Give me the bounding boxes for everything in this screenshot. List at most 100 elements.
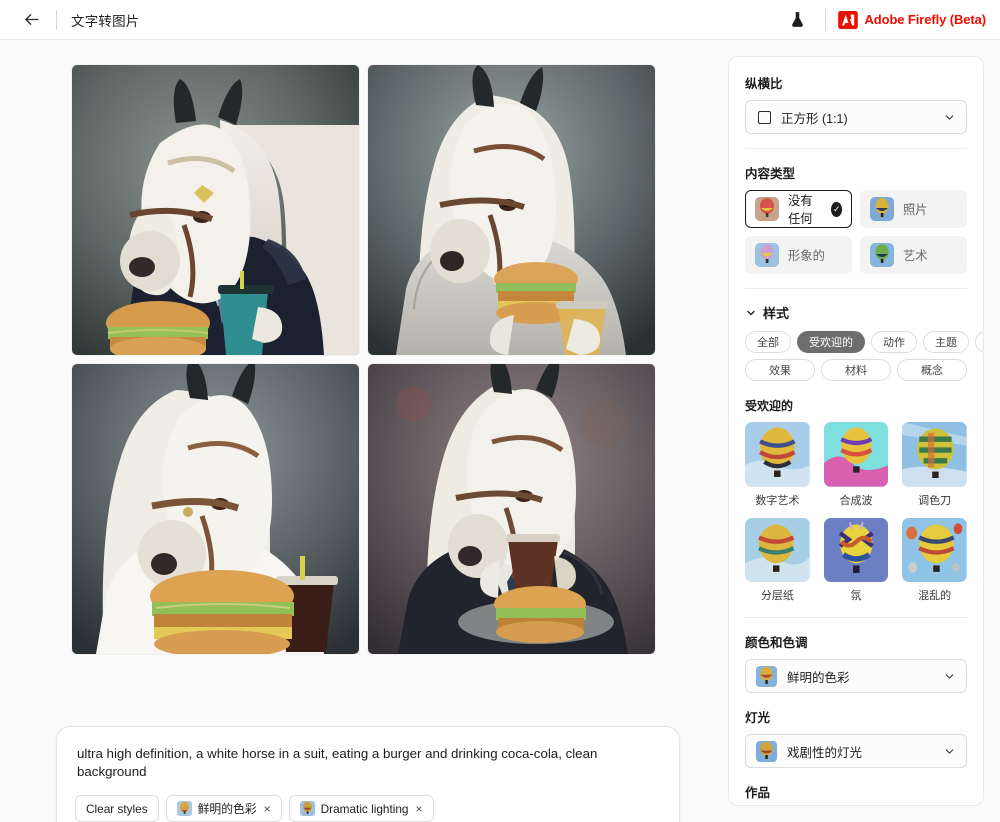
section-divider-3 — [745, 617, 967, 619]
generated-image-4 — [368, 364, 655, 654]
lighting-label: 灯光 — [745, 711, 771, 726]
square-icon — [758, 110, 771, 124]
beaker-icon — [792, 12, 803, 27]
style-chip-dramatic-lighting[interactable]: Dramatic lighting × — [288, 795, 434, 822]
style-chip-vivid-colors[interactable]: 鲜明的色彩 × — [165, 795, 282, 822]
style-filter-concepts[interactable]: 概念 — [897, 359, 967, 381]
style-preset-grid: 数字艺术 合成波 调色刀 分层纸 氛 混乱的 — [745, 422, 967, 603]
style-preset-palette-knife[interactable]: 调色刀 — [902, 422, 967, 508]
aspect-ratio-select[interactable]: 正方形 (1:1) — [745, 100, 967, 134]
style-chip-list: Clear styles 鲜明的色彩 × Dramatic lighting × — [75, 795, 661, 822]
style-preset-name: 合成波 — [839, 494, 873, 507]
balloon-thumbnail-icon — [176, 801, 192, 816]
style-filter-popular[interactable]: 受欢迎的 — [797, 331, 865, 353]
balloon-thumbnail-icon — [902, 422, 967, 487]
content-type-option-photo[interactable]: 照片 — [860, 190, 967, 228]
style-filter-row-1: 全部 受欢迎的 动作 主题 技巧 — [745, 331, 983, 353]
balloon-thumbnail-icon — [756, 740, 777, 762]
style-preset-chaotic[interactable]: 混乱的 — [902, 517, 967, 604]
styles-label: 样式 — [763, 306, 790, 321]
check-icon: ✓ — [831, 201, 842, 217]
style-filter-movement[interactable]: 动作 — [871, 331, 917, 353]
content-type-label-none: 没有任何 — [788, 194, 813, 226]
content-type-option-art[interactable]: 艺术 — [860, 236, 967, 274]
color-tone-label: 颜色和色调 — [745, 636, 808, 651]
style-preset-atmosphere[interactable]: 氛 — [823, 517, 889, 604]
style-preset-name: 调色刀 — [918, 494, 952, 507]
style-preset-synthwave[interactable]: 合成波 — [823, 422, 889, 508]
clear-styles-button[interactable]: Clear styles — [75, 795, 159, 822]
color-tone-select[interactable]: 鲜明的色彩 — [745, 659, 967, 694]
page-title: 文字转图片 — [71, 13, 140, 29]
balloon-thumbnail-icon — [902, 517, 967, 583]
settings-panel: 纵横比 正方形 (1:1) 内容类型 没有任何 ✓ 照片 形象的 艺术 样式 全… — [728, 56, 984, 806]
style-preset-name: 混乱的 — [918, 590, 952, 603]
lighting-select[interactable]: 戏剧性的灯光 — [745, 734, 967, 769]
section-divider-2 — [745, 288, 967, 289]
lighting-value: 戏剧性的灯光 — [787, 745, 863, 760]
styles-section-toggle[interactable]: 样式 — [745, 303, 967, 322]
balloon-thumbnail-icon — [870, 197, 894, 221]
beaker-button[interactable] — [783, 6, 811, 34]
balloon-thumbnail-icon — [756, 665, 777, 687]
prompt-input[interactable]: ultra high definition, a white horse in … — [75, 743, 661, 781]
result-image-1[interactable] — [72, 65, 359, 355]
clear-styles-label: Clear styles — [86, 801, 148, 816]
style-filter-all[interactable]: 全部 — [745, 331, 791, 353]
aspect-ratio-value: 正方形 (1:1) — [781, 111, 848, 126]
header-divider — [56, 9, 57, 30]
remove-chip-icon[interactable]: × — [416, 802, 423, 816]
balloon-thumbnail-icon — [755, 197, 779, 221]
result-image-4[interactable] — [368, 364, 655, 654]
style-preset-layered-paper[interactable]: 分层纸 — [745, 517, 810, 604]
content-type-label-art: 艺术 — [903, 249, 928, 263]
balloon-thumbnail-icon — [755, 243, 779, 267]
color-tone-value: 鲜明的色彩 — [787, 670, 850, 685]
balloon-thumbnail-icon — [745, 517, 810, 583]
chevron-down-icon — [747, 310, 755, 315]
style-filter-effects[interactable]: 效果 — [745, 359, 815, 381]
section-divider-1 — [745, 148, 967, 149]
brand-name: Adobe Firefly (Beta) — [864, 12, 986, 27]
style-filter-theme[interactable]: 主题 — [923, 331, 969, 353]
balloon-thumbnail-icon — [299, 801, 315, 816]
style-filter-materials[interactable]: 材料 — [821, 359, 891, 381]
content-type-option-none[interactable]: 没有任何 ✓ — [745, 190, 852, 228]
image-results-grid — [72, 65, 655, 654]
result-image-2[interactable] — [368, 65, 655, 355]
generated-image-2 — [368, 65, 655, 355]
header-actions: Adobe Firefly (Beta) — [783, 6, 986, 34]
aspect-ratio-label: 纵横比 — [745, 77, 783, 91]
arrow-left-icon — [24, 14, 39, 25]
page-body: ultra high definition, a white horse in … — [0, 40, 1000, 822]
remove-chip-icon[interactable]: × — [264, 802, 271, 816]
style-preset-name: 氛 — [850, 590, 862, 603]
result-image-3[interactable] — [72, 364, 359, 654]
style-filter-row-2: 效果 材料 概念 — [745, 359, 967, 381]
content-type-grid: 没有任何 ✓ 照片 形象的 艺术 — [745, 190, 967, 274]
style-preset-name: 分层纸 — [760, 590, 794, 603]
style-filter-techniques[interactable]: 技巧 — [975, 331, 983, 353]
header-divider-2 — [825, 8, 827, 31]
balloon-thumbnail-icon — [870, 243, 894, 267]
results-area: ultra high definition, a white horse in … — [0, 40, 712, 822]
composition-label: 作品 — [745, 786, 771, 801]
content-type-label-photo: 照片 — [903, 203, 928, 217]
chevron-down-icon — [945, 114, 954, 120]
prompt-panel: ultra high definition, a white horse in … — [56, 726, 680, 822]
brand-link[interactable]: Adobe Firefly (Beta) — [838, 10, 986, 29]
content-type-label: 内容类型 — [745, 167, 796, 181]
chevron-down-icon — [945, 749, 954, 754]
style-chip-label: Dramatic lighting — [320, 801, 409, 816]
balloon-thumbnail-icon — [823, 517, 889, 583]
back-button[interactable] — [18, 7, 44, 33]
style-preset-digital-art[interactable]: 数字艺术 — [745, 422, 810, 508]
content-type-option-graphic[interactable]: 形象的 — [745, 236, 852, 274]
style-preset-name: 数字艺术 — [755, 494, 800, 507]
app-header: 文字转图片 Adobe Firefly (Beta) — [0, 0, 1000, 40]
generated-image-3 — [72, 364, 359, 654]
content-type-label-graphic: 形象的 — [788, 249, 825, 263]
